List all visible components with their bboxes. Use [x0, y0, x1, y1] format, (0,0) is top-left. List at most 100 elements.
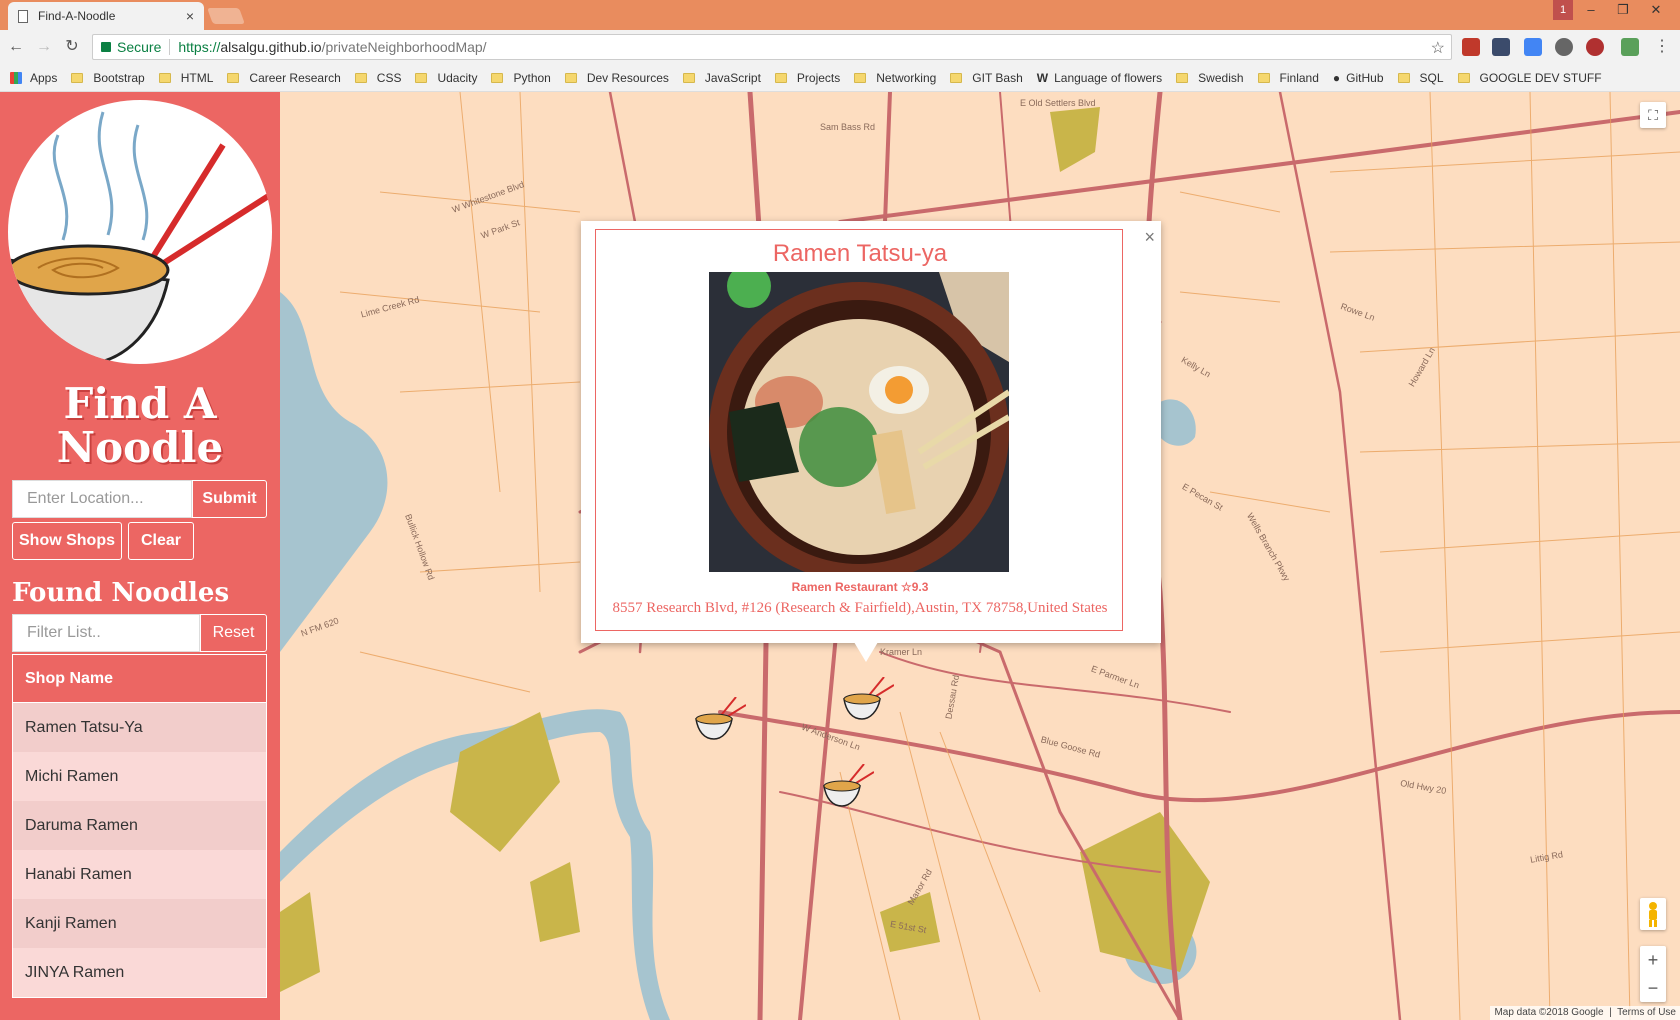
- bookmark-label: Swedish: [1198, 70, 1244, 85]
- reset-button[interactable]: Reset: [200, 614, 267, 652]
- bookmark-item[interactable]: Dev Resources: [564, 71, 669, 85]
- info-window-pointer: [854, 642, 878, 662]
- shop-table: Shop Name Ramen Tatsu-Ya Michi Ramen Dar…: [12, 654, 267, 998]
- extension-icon[interactable]: [1492, 38, 1510, 56]
- bookmark-item[interactable]: Swedish: [1176, 70, 1244, 85]
- bookmark-item[interactable]: Finland: [1257, 70, 1319, 85]
- tab-find-a-noodle[interactable]: Find-A-Noodle ×: [8, 2, 204, 30]
- ramen-photo: [709, 272, 1009, 572]
- info-window: × Ramen Tatsu-ya Ramen Restaurant ☆9.3 8…: [581, 221, 1161, 643]
- bookmark-item[interactable]: HTML: [158, 71, 213, 85]
- folder-icon: [682, 72, 695, 83]
- document-icon: [18, 9, 28, 23]
- bookmark-item[interactable]: Career Research: [227, 70, 341, 85]
- apps-icon: [10, 71, 22, 84]
- table-row[interactable]: Michi Ramen: [13, 752, 266, 801]
- terms-of-use-link[interactable]: Terms of Use: [1617, 1007, 1676, 1018]
- found-noodles-heading: Found Noodles: [12, 578, 230, 608]
- shop-address: 8557 Research Blvd, #126 (Research & Fai…: [612, 600, 1108, 616]
- omnibox-divider: [169, 39, 171, 55]
- bookmark-label: Career Research: [249, 70, 341, 85]
- bookmark-item[interactable]: ● GitHub: [1333, 71, 1384, 85]
- folder-icon: [415, 72, 428, 83]
- map-data-credit: Map data ©2018 Google: [1494, 1007, 1604, 1018]
- sidebar: Find A Noodle Enter Location... Submit S…: [0, 92, 280, 1020]
- info-window-close-icon[interactable]: ×: [1144, 227, 1155, 248]
- folder-icon: [71, 72, 84, 83]
- lock-icon: [101, 42, 111, 52]
- bookmark-label: Language of flowers: [1054, 70, 1163, 85]
- submit-button[interactable]: Submit: [192, 480, 267, 518]
- street-view-pegman-icon[interactable]: [1640, 898, 1666, 930]
- noodle-marker-icon[interactable]: [820, 764, 874, 808]
- bookmark-item[interactable]: Udacity: [415, 71, 477, 85]
- bookmark-item[interactable]: Apps: [10, 71, 57, 85]
- road-label: E Old Settlers Blvd: [1020, 98, 1096, 108]
- extension-icon-2[interactable]: [1555, 38, 1573, 56]
- bookmark-label: Python: [513, 70, 551, 85]
- folder-icon: [950, 72, 963, 83]
- eyedropper-extension-icon[interactable]: [1621, 38, 1639, 56]
- noodle-bowl-logo: [8, 100, 272, 364]
- url-host: alsalgu.github.io: [220, 39, 322, 55]
- extension-icon-3[interactable]: [1586, 38, 1604, 56]
- reload-icon[interactable]: ↻: [62, 37, 82, 57]
- location-input[interactable]: Enter Location...: [12, 480, 192, 518]
- tab-title: Find-A-Noodle: [38, 9, 116, 23]
- bookmark-label: GIT Bash: [972, 70, 1023, 85]
- table-row[interactable]: Ramen Tatsu-Ya: [13, 703, 266, 752]
- bookmark-label: Finland: [1279, 70, 1319, 85]
- address-bar[interactable]: Secure https:// alsalgu.github.io /priva…: [92, 34, 1452, 60]
- show-shops-button[interactable]: Show Shops: [12, 522, 122, 560]
- zoom-in-button[interactable]: +: [1640, 946, 1666, 974]
- bookmark-item[interactable]: Bootstrap: [71, 71, 145, 85]
- noodle-marker-icon[interactable]: [840, 677, 894, 721]
- table-row[interactable]: Daruma Ramen: [13, 801, 266, 850]
- bookmark-label: GitHub: [1346, 70, 1384, 85]
- table-row[interactable]: JINYA Ramen: [13, 948, 266, 997]
- github-icon: ●: [1332, 70, 1341, 85]
- bookmark-item[interactable]: W Language of flowers: [1037, 71, 1162, 85]
- back-icon[interactable]: ←: [6, 37, 26, 57]
- bookmark-item[interactable]: GIT Bash: [950, 70, 1023, 85]
- bookmark-item[interactable]: JavaScript: [682, 71, 761, 85]
- app-title-line2: Noodle: [56, 423, 224, 472]
- bookmark-item[interactable]: CSS: [354, 71, 401, 85]
- bookmark-star-icon[interactable]: ☆: [1431, 38, 1445, 58]
- tab-close-icon[interactable]: ×: [186, 8, 194, 24]
- browser-toolbar: ← → ↻ Secure https:// alsalgu.github.io …: [0, 30, 1680, 64]
- wikipedia-icon: W: [1036, 70, 1049, 85]
- filter-input[interactable]: Filter List..: [12, 614, 200, 652]
- tab-strip: Find-A-Noodle × 1 – ❐ ✕: [0, 0, 1680, 30]
- bookmark-item[interactable]: SQL: [1397, 71, 1444, 85]
- table-row[interactable]: Kanji Ramen: [13, 899, 266, 948]
- fullscreen-icon[interactable]: ⛶: [1640, 102, 1666, 128]
- bookmark-label: Apps: [30, 70, 58, 85]
- bookmark-item[interactable]: Python: [491, 70, 551, 85]
- zoom-out-button[interactable]: −: [1640, 974, 1666, 1002]
- folder-icon: [227, 72, 240, 83]
- folder-icon: [1176, 72, 1189, 83]
- minimize-icon[interactable]: –: [1575, 0, 1607, 20]
- table-header-shop-name: Shop Name: [13, 655, 266, 703]
- bookmark-item[interactable]: GOOGLE DEV STUFF: [1457, 71, 1602, 85]
- window-badge: 1: [1553, 0, 1573, 20]
- close-window-icon[interactable]: ✕: [1640, 0, 1672, 20]
- road-label: Kramer Ln: [880, 647, 923, 657]
- clear-button[interactable]: Clear: [128, 522, 194, 560]
- noodle-marker-icon[interactable]: [692, 697, 746, 741]
- new-tab-button[interactable]: [207, 8, 245, 24]
- folder-icon: [854, 72, 867, 83]
- folder-icon: [158, 72, 171, 83]
- browser-chrome: Find-A-Noodle × 1 – ❐ ✕ ← → ↻ Secure htt…: [0, 0, 1680, 92]
- bookmark-item[interactable]: Networking: [854, 71, 936, 85]
- url-scheme: https://: [178, 39, 221, 55]
- bookmarks-bar: Apps Bootstrap HTML Career Research CSS Udaci…: [0, 64, 1680, 92]
- restore-icon[interactable]: ❐: [1607, 0, 1639, 20]
- translate-extension-icon[interactable]: [1524, 38, 1542, 56]
- ublock-extension-icon[interactable]: [1462, 38, 1480, 56]
- table-row[interactable]: Hanabi Ramen: [13, 850, 266, 899]
- menu-kebab-icon[interactable]: ⋮: [1652, 37, 1672, 57]
- bookmark-item[interactable]: Projects: [774, 71, 840, 85]
- forward-icon[interactable]: →: [34, 37, 54, 57]
